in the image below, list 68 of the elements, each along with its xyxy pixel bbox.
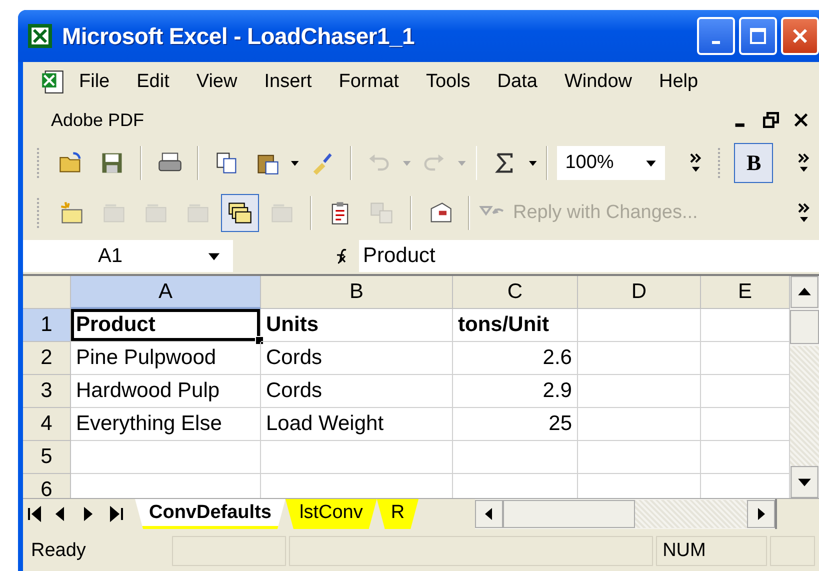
sheet-tab[interactable]: ConvDefaults: [135, 499, 286, 529]
close-icon: [790, 26, 810, 46]
row-header[interactable]: 2: [23, 342, 71, 375]
dropdown-arrow-icon[interactable]: [290, 158, 300, 168]
row-header[interactable]: 5: [23, 441, 71, 474]
status-text: Ready: [30, 540, 87, 562]
vertical-scrollbar[interactable]: [790, 276, 819, 498]
close-icon[interactable]: [793, 112, 809, 128]
menu-item[interactable]: File: [79, 71, 110, 93]
comments-icon: [227, 200, 253, 226]
sheet-tab[interactable]: R: [376, 499, 419, 529]
table-cell: 2.9: [453, 375, 578, 408]
close-button[interactable]: [781, 17, 819, 55]
dropdown-arrow-icon[interactable]: [528, 158, 538, 168]
workbook-icon[interactable]: [41, 70, 65, 94]
comments-button[interactable]: [221, 194, 259, 232]
table-cell: Units: [261, 309, 453, 342]
menu-item[interactable]: Edit: [136, 71, 170, 93]
scroll-thumb[interactable]: [790, 310, 819, 344]
menu-item[interactable]: Help: [659, 71, 698, 93]
menu-item[interactable]: Window: [564, 71, 632, 93]
table-cell: Load Weight: [261, 408, 453, 441]
minimize-button[interactable]: [697, 17, 735, 55]
status-indicator: NUM: [656, 536, 767, 566]
menu-item[interactable]: Insert: [264, 71, 312, 93]
table-cell: 2.6: [453, 342, 578, 375]
menu-item[interactable]: View: [196, 71, 238, 93]
spreadsheet-icon: [28, 24, 52, 48]
formula-field[interactable]: Product: [359, 240, 819, 272]
new-comment-icon: [59, 200, 85, 226]
column-header[interactable]: B: [261, 276, 453, 309]
status-panel: [770, 536, 815, 566]
column-header[interactable]: C: [453, 276, 578, 309]
horizontal-scrollbar[interactable]: [475, 499, 775, 529]
restore-icon[interactable]: [763, 112, 779, 128]
table-cell: Hardwood Pulp: [71, 375, 261, 408]
row-header[interactable]: 3: [23, 375, 71, 408]
column-header[interactable]: E: [701, 276, 790, 309]
table-cell: Product: [71, 309, 261, 342]
table-cell: 25: [453, 408, 578, 441]
scroll-down-icon[interactable]: [790, 466, 819, 498]
menu-item[interactable]: Adobe PDF: [51, 110, 144, 130]
window-title: Microsoft Excel - LoadChaser1_1: [62, 22, 414, 50]
scroll-right-icon[interactable]: [747, 500, 775, 528]
scroll-thumb[interactable]: [503, 500, 635, 528]
menu-item[interactable]: Data: [497, 71, 538, 93]
maximize-button[interactable]: [739, 17, 777, 55]
scroll-up-icon[interactable]: [790, 276, 819, 308]
table-cell: Everything Else: [71, 408, 261, 441]
merge-icon: [369, 200, 395, 226]
name-box[interactable]: A1: [23, 240, 233, 272]
scroll-left-icon[interactable]: [475, 500, 503, 528]
menu-item[interactable]: Tools: [426, 71, 470, 93]
table-cell: Pine Pulpwood: [71, 342, 261, 375]
row-header[interactable]: 1: [23, 309, 71, 342]
minimize-icon: [712, 40, 720, 44]
menu-item[interactable]: Format: [338, 71, 399, 93]
table-cell: Cords: [261, 342, 453, 375]
column-header[interactable]: D: [578, 276, 701, 309]
sheet-tab[interactable]: lstConv: [285, 499, 377, 529]
row-header[interactable]: 4: [23, 408, 71, 441]
table-cell: Cords: [261, 375, 453, 408]
row-header[interactable]: 6: [23, 474, 71, 498]
bold-button[interactable]: B: [734, 143, 774, 183]
maximize-icon: [748, 26, 768, 46]
column-header[interactable]: A: [71, 276, 261, 309]
zoom-field[interactable]: 100%: [557, 146, 665, 180]
table-cell: tons/Unit: [453, 309, 578, 342]
